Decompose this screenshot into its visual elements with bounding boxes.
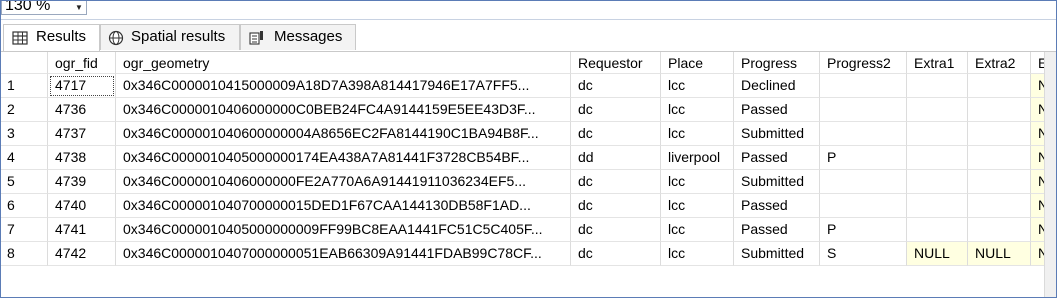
grid-cell[interactable]: 0x346C0000010406000000C0BEB24FC4A9144159…: [116, 98, 571, 122]
grid-cell[interactable]: 0x346C000001040600000004A8656EC2FA814419…: [116, 122, 571, 146]
row-number[interactable]: 7: [1, 218, 48, 242]
chevron-down-icon[interactable]: ▼: [73, 3, 85, 13]
zoom-value: 130 %: [5, 0, 51, 14]
grid-cell[interactable]: [968, 194, 1031, 218]
tab-spatial-results-label: Spatial results: [131, 28, 226, 45]
tab-spatial-results[interactable]: Spatial results: [100, 24, 240, 50]
grid-cell[interactable]: Submitted: [734, 170, 820, 194]
grid-cell[interactable]: 4717: [48, 74, 116, 98]
grid-cell[interactable]: lcc: [661, 98, 734, 122]
grid-cell[interactable]: Passed: [734, 146, 820, 170]
grid-cell[interactable]: [907, 146, 968, 170]
tab-results[interactable]: Results: [3, 24, 100, 51]
grid-cell[interactable]: lcc: [661, 170, 734, 194]
grid-cell[interactable]: 0x346C0000010407000000051EAB66309A91441F…: [116, 242, 571, 266]
grid-cell[interactable]: [820, 98, 907, 122]
grid-cell[interactable]: S: [820, 242, 907, 266]
grid-cell[interactable]: [907, 74, 968, 98]
grid-icon: [12, 31, 28, 45]
row-number[interactable]: 1: [1, 74, 48, 98]
grid-cell[interactable]: Passed: [734, 194, 820, 218]
grid-cell[interactable]: dd: [571, 146, 661, 170]
grid-cell[interactable]: 4738: [48, 146, 116, 170]
grid-cell[interactable]: Declined: [734, 74, 820, 98]
grid-cell[interactable]: P: [820, 218, 907, 242]
grid-cell[interactable]: liverpool: [661, 146, 734, 170]
grid-cell[interactable]: 4740: [48, 194, 116, 218]
grid-cell[interactable]: 4741: [48, 218, 116, 242]
grid-cell[interactable]: [907, 122, 968, 146]
grid-cell[interactable]: [968, 74, 1031, 98]
grid-cell[interactable]: lcc: [661, 74, 734, 98]
grid-cell[interactable]: [968, 146, 1031, 170]
grid-cell[interactable]: Submitted: [734, 242, 820, 266]
grid-cell[interactable]: dc: [571, 194, 661, 218]
column-header[interactable]: ogr_geometry: [116, 52, 571, 74]
grid-cell[interactable]: [968, 218, 1031, 242]
column-header[interactable]: Requestor: [571, 52, 661, 74]
row-number[interactable]: 3: [1, 122, 48, 146]
grid-cell[interactable]: 4739: [48, 170, 116, 194]
grid-cell[interactable]: [820, 170, 907, 194]
grid-cell[interactable]: [820, 194, 907, 218]
grid-cell[interactable]: lcc: [661, 122, 734, 146]
column-header[interactable]: Progress: [734, 52, 820, 74]
grid-cell[interactable]: dc: [571, 74, 661, 98]
grid-corner[interactable]: [1, 52, 48, 74]
grid-cell[interactable]: dc: [571, 242, 661, 266]
grid-cell[interactable]: NULL: [968, 242, 1031, 266]
row-number[interactable]: 4: [1, 146, 48, 170]
grid-cell[interactable]: 0x346C0000010415000009A18D7A398A81441794…: [116, 74, 571, 98]
grid-cell[interactable]: [907, 194, 968, 218]
row-number[interactable]: 8: [1, 242, 48, 266]
grid-cell[interactable]: lcc: [661, 194, 734, 218]
grid-cell[interactable]: 0x346C0000010405000000174EA438A7A81441F3…: [116, 146, 571, 170]
grid-cell[interactable]: lcc: [661, 218, 734, 242]
zoom-strip: 130 % ▼: [1, 1, 1056, 20]
grid-cell[interactable]: [968, 170, 1031, 194]
row-number[interactable]: 5: [1, 170, 48, 194]
grid-cell[interactable]: NULL: [907, 242, 968, 266]
grid-cell[interactable]: [820, 122, 907, 146]
globe-icon: [108, 30, 124, 46]
column-header[interactable]: ogr_fid: [48, 52, 116, 74]
grid-cell[interactable]: dc: [571, 98, 661, 122]
results-grid: ogr_fid ogr_geometry Requestor Place Progres…: [1, 51, 1056, 297]
column-header[interactable]: Place: [661, 52, 734, 74]
grid-cell[interactable]: Passed: [734, 218, 820, 242]
row-number[interactable]: 2: [1, 98, 48, 122]
messages-icon: [249, 31, 263, 45]
grid-cell[interactable]: [968, 98, 1031, 122]
grid-cell[interactable]: lcc: [661, 242, 734, 266]
tab-messages-label: Messages: [274, 28, 343, 45]
grid-cell[interactable]: P: [820, 146, 907, 170]
grid-cell[interactable]: 0x346C000001040700000015DED1F67CAA144130…: [116, 194, 571, 218]
results-tabbar: Results Spatial results Messages: [1, 20, 1056, 51]
tab-results-label: Results: [36, 28, 87, 45]
grid-cell[interactable]: dc: [571, 122, 661, 146]
grid-cell[interactable]: 0x346C0000010406000000FE2A770A6A91441911…: [116, 170, 571, 194]
tab-messages[interactable]: Messages: [240, 24, 356, 50]
grid-cell[interactable]: [907, 98, 968, 122]
row-number[interactable]: 6: [1, 194, 48, 218]
grid-cell[interactable]: 4736: [48, 98, 116, 122]
vertical-scrollbar[interactable]: [1044, 52, 1056, 297]
grid-cell[interactable]: dc: [571, 218, 661, 242]
grid-cell[interactable]: dc: [571, 170, 661, 194]
grid-cell[interactable]: Passed: [734, 98, 820, 122]
grid-cell[interactable]: Submitted: [734, 122, 820, 146]
grid-cell[interactable]: [820, 74, 907, 98]
results-window: 130 % ▼ Results Spatial results Messages…: [0, 0, 1057, 298]
grid-cell[interactable]: [907, 218, 968, 242]
column-header[interactable]: Extra2: [968, 52, 1031, 74]
grid-cell[interactable]: [968, 122, 1031, 146]
column-header[interactable]: Extra1: [907, 52, 968, 74]
column-header[interactable]: Progress2: [820, 52, 907, 74]
grid-cell[interactable]: 4737: [48, 122, 116, 146]
grid-cell[interactable]: [907, 170, 968, 194]
grid-cell[interactable]: 0x346C0000010405000000009FF99BC8EAA1441F…: [116, 218, 571, 242]
grid-cell[interactable]: 4742: [48, 242, 116, 266]
